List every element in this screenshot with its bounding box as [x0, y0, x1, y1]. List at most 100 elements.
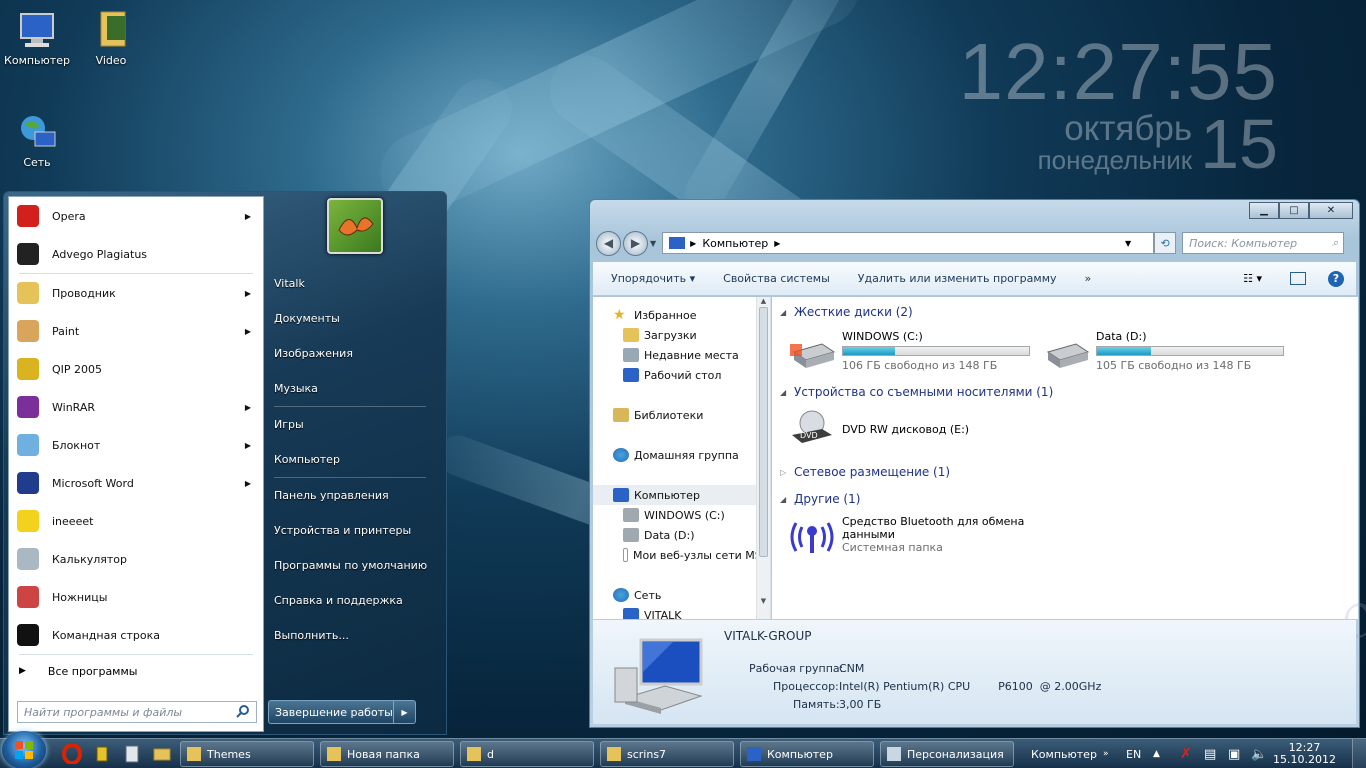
device-icon[interactable]: ▤	[1204, 739, 1216, 768]
system-properties-button[interactable]: Свойства системы	[723, 272, 830, 285]
group-removable[interactable]: ◢ Устройства со съемными носителями (1)	[780, 385, 1053, 399]
start-link[interactable]: Изображения	[268, 336, 438, 371]
nav-msn-websites[interactable]: Мои веб-узлы сети MSN	[593, 545, 770, 565]
nav-scrollbar[interactable]: ▲ ▼	[756, 297, 770, 619]
start-link[interactable]: Панель управления	[268, 478, 438, 513]
maximize-button[interactable]: □	[1279, 202, 1309, 219]
desktop-icon-label: Video	[95, 54, 127, 67]
opera-icon[interactable]	[62, 743, 82, 765]
taskbar-button[interactable]: Персонализация	[880, 741, 1014, 767]
cpu-label: Процессор:	[773, 680, 839, 693]
show-desktop-button[interactable]	[1352, 739, 1366, 768]
more-commands-button[interactable]: »	[1085, 272, 1092, 285]
nav-recent-places[interactable]: Недавние места	[593, 345, 770, 365]
desktop-icon-computer[interactable]: Компьютер	[2, 8, 72, 67]
nav-computer[interactable]: Компьютер	[593, 485, 770, 505]
forward-button[interactable]: ▶	[623, 230, 648, 256]
minimize-button[interactable]: ▁	[1249, 202, 1279, 219]
program-item[interactable]: Блокнот ▶	[9, 426, 263, 464]
network-status-icon[interactable]: ▣	[1228, 739, 1240, 768]
start-button[interactable]	[2, 731, 46, 768]
program-item[interactable]: WinRAR ▶	[9, 388, 263, 426]
start-search-input[interactable]: Найти программы и файлы	[17, 701, 257, 723]
nav-downloads[interactable]: Загрузки	[593, 325, 770, 345]
submenu-arrow-icon[interactable]: ▶	[245, 289, 251, 298]
nav-drive-d[interactable]: Data (D:)	[593, 525, 770, 545]
computer-name: VITALK-GROUP	[724, 629, 812, 643]
program-item[interactable]: Командная строка	[9, 616, 263, 654]
security-icon[interactable]: ✗	[1180, 739, 1192, 768]
calculator-icon[interactable]	[122, 744, 142, 764]
nav-network[interactable]: Сеть	[593, 585, 770, 605]
program-item[interactable]: QIP 2005	[9, 350, 263, 388]
refresh-button[interactable]: ⟲	[1154, 232, 1177, 254]
dvd-drive-item[interactable]: DVD DVD RW дисковод (E:)	[788, 409, 969, 449]
start-link[interactable]: Музыка	[268, 371, 438, 406]
group-network-locations[interactable]: ▷ Сетевое размещение (1)	[780, 465, 950, 479]
shutdown-button[interactable]: Завершение работы ▶	[268, 700, 416, 724]
all-programs-button[interactable]: ▶ Все программы	[9, 655, 263, 687]
desktop-icon-network[interactable]: Сеть	[2, 110, 72, 169]
help-icon[interactable]: ?	[1328, 270, 1344, 287]
start-link[interactable]: Документы	[268, 301, 438, 336]
start-link[interactable]: Игры	[268, 407, 438, 442]
bluetooth-item[interactable]: Средство Bluetooth для обмена данными Си…	[788, 515, 1024, 555]
qip-icon[interactable]	[92, 744, 112, 764]
organize-menu[interactable]: Упорядочить ▾	[611, 272, 695, 285]
nav-desktop[interactable]: Рабочий стол	[593, 365, 770, 385]
windows-explorer-icon[interactable]	[152, 744, 172, 764]
submenu-arrow-icon[interactable]: ▶	[245, 479, 251, 488]
taskbar-button-label: scrins7	[627, 747, 667, 761]
taskbar-button[interactable]: Новая папка	[320, 741, 454, 767]
start-link[interactable]: Компьютер	[268, 442, 438, 477]
taskbar-button[interactable]: Themes	[180, 741, 314, 767]
shutdown-options-arrow-icon[interactable]: ▶	[393, 701, 415, 723]
uninstall-program-button[interactable]: Удалить или изменить программу	[858, 272, 1057, 285]
program-item[interactable]: Калькулятор	[9, 540, 263, 578]
nav-network-pc[interactable]: VITALK	[593, 605, 770, 619]
taskbar-button[interactable]: Компьютер	[740, 741, 874, 767]
program-item[interactable]: Ножницы	[9, 578, 263, 616]
nav-favorites[interactable]: ★ Избранное	[593, 305, 770, 325]
back-button[interactable]: ◀	[596, 230, 621, 256]
toolbar-chevron-icon[interactable]: »	[1103, 739, 1109, 768]
start-link[interactable]: Программы по умолчанию	[268, 548, 438, 583]
taskbar-button[interactable]: scrins7	[600, 741, 734, 767]
desktop-icon-video[interactable]: Video	[76, 8, 146, 67]
tray-toolbar-label[interactable]: Компьютер	[1031, 739, 1097, 768]
program-item[interactable]: Microsoft Word ▶	[9, 464, 263, 502]
program-item[interactable]: Paint ▶	[9, 312, 263, 350]
user-avatar[interactable]	[327, 198, 383, 254]
explorer-search-input[interactable]: Поиск: Компьютер ⌕	[1182, 232, 1345, 254]
system-clock[interactable]: 12:27 15.10.2012	[1273, 742, 1336, 766]
show-hidden-icons-button[interactable]: ▲	[1153, 739, 1160, 768]
drive-d-item[interactable]: Data (D:) 105 ГБ свободно из 148 ГБ	[1042, 330, 1284, 372]
drive-c-item[interactable]: WINDOWS (C:) 106 ГБ свободно из 148 ГБ	[788, 330, 1030, 372]
preview-pane-icon[interactable]	[1290, 272, 1306, 285]
group-other[interactable]: ◢ Другие (1)	[780, 492, 860, 506]
program-item[interactable]: Advego Plagiatus	[9, 235, 263, 273]
program-item[interactable]: Проводник ▶	[9, 274, 263, 312]
language-indicator[interactable]: EN	[1126, 739, 1141, 768]
nav-libraries[interactable]: Библиотеки	[593, 405, 770, 425]
submenu-arrow-icon[interactable]: ▶	[245, 403, 251, 412]
view-options-icon[interactable]: ☷ ▾	[1243, 272, 1262, 285]
taskbar-button[interactable]: d	[460, 741, 594, 767]
history-dropdown-icon[interactable]: ▼	[650, 239, 656, 248]
group-hard-disks[interactable]: ◢ Жесткие диски (2)	[780, 305, 913, 319]
submenu-arrow-icon[interactable]: ▶	[245, 327, 251, 336]
start-link[interactable]: Выполнить...	[268, 618, 438, 653]
volume-icon[interactable]: 🔈	[1251, 739, 1267, 768]
submenu-arrow-icon[interactable]: ▶	[245, 441, 251, 450]
nav-drive-c[interactable]: WINDOWS (C:)	[593, 505, 770, 525]
program-item[interactable]: ineeeet	[9, 502, 263, 540]
submenu-arrow-icon[interactable]: ▶	[245, 212, 251, 221]
program-item[interactable]: Opera ▶	[9, 197, 263, 235]
start-link[interactable]: Vitalk	[268, 266, 438, 301]
address-dropdown-icon[interactable]: ▼	[1125, 239, 1131, 248]
start-link[interactable]: Устройства и принтеры	[268, 513, 438, 548]
close-button[interactable]: ✕	[1309, 202, 1353, 219]
nav-homegroup[interactable]: Домашняя группа	[593, 445, 770, 465]
address-bar[interactable]: ▶ Компьютер ▶ ▼	[662, 232, 1155, 254]
start-link[interactable]: Справка и поддержка	[268, 583, 438, 618]
